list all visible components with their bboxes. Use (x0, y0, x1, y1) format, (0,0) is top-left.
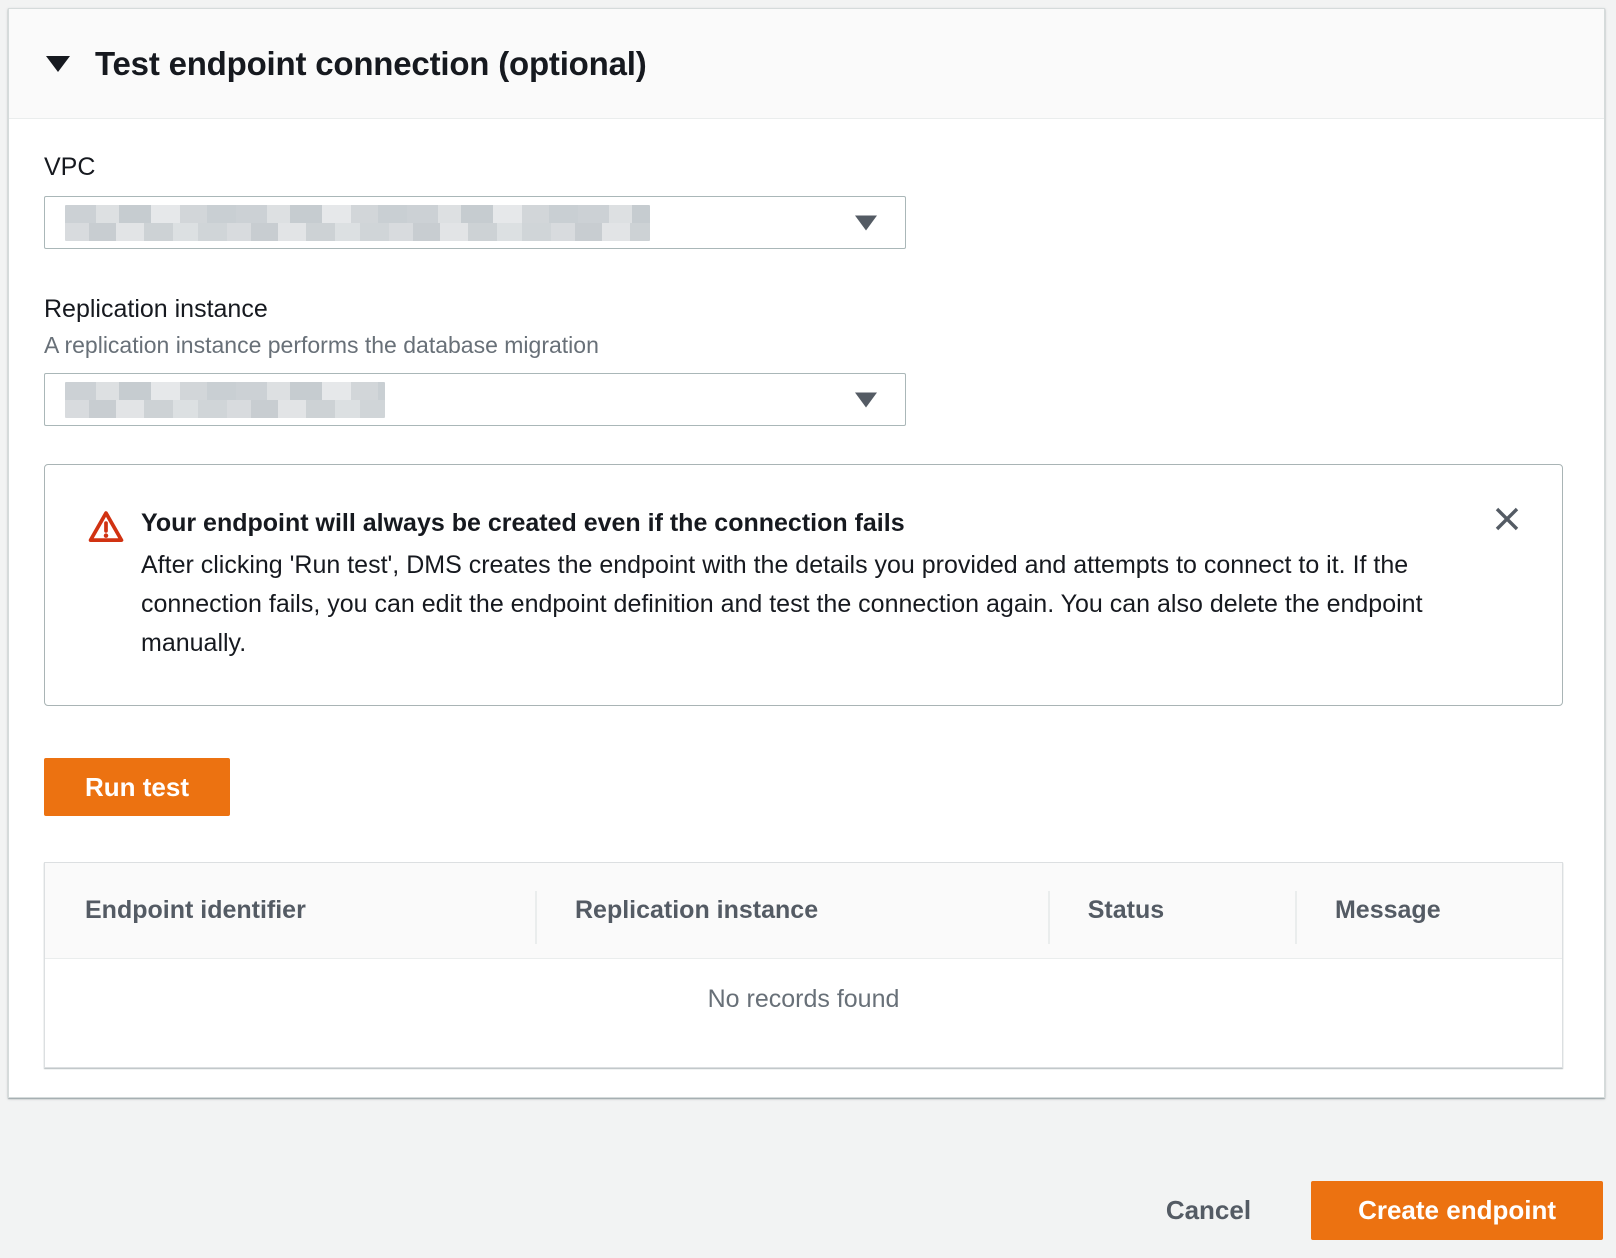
vpc-select[interactable] (44, 196, 906, 249)
connection-results-table: Endpoint identifier Replication instance… (44, 862, 1563, 1068)
create-endpoint-button[interactable]: Create endpoint (1311, 1181, 1603, 1240)
replication-instance-select[interactable] (44, 373, 906, 426)
column-header-endpoint-identifier: Endpoint identifier (45, 863, 535, 958)
column-header-message: Message (1295, 863, 1562, 958)
empty-table-message: No records found (708, 985, 900, 1014)
test-endpoint-connection-panel: Test endpoint connection (optional) VPC … (8, 8, 1605, 1098)
warning-content: Your endpoint will always be created eve… (141, 507, 1441, 663)
wizard-footer-actions: Cancel Create endpoint (0, 1181, 1603, 1240)
run-test-button[interactable]: Run test (44, 758, 230, 816)
cancel-button[interactable]: Cancel (1166, 1195, 1251, 1226)
chevron-down-icon (855, 392, 877, 407)
vpc-label: VPC (44, 153, 1569, 182)
replication-instance-field: Replication instance A replication insta… (44, 295, 1569, 426)
warning-triangle-icon (87, 510, 125, 549)
section-title: Test endpoint connection (optional) (95, 45, 647, 83)
warning-title: Your endpoint will always be created eve… (141, 507, 1441, 539)
replication-instance-selected-value-redacted (65, 382, 385, 418)
close-icon (1491, 523, 1523, 538)
table-header-row: Endpoint identifier Replication instance… (45, 863, 1562, 959)
warning-body: After clicking 'Run test', DMS creates t… (141, 546, 1441, 663)
vpc-selected-value-redacted (65, 205, 650, 241)
replication-instance-label: Replication instance (44, 295, 1569, 324)
chevron-down-icon (855, 215, 877, 230)
section-header-toggle[interactable]: Test endpoint connection (optional) (9, 9, 1604, 119)
warning-dismiss-button[interactable] (1490, 503, 1524, 537)
column-header-status: Status (1048, 863, 1295, 958)
collapse-triangle-icon (46, 56, 70, 72)
section-body: VPC Replication instance A replication i… (9, 119, 1604, 1068)
replication-instance-description: A replication instance performs the data… (44, 332, 1569, 359)
table-body: No records found (45, 959, 1562, 1067)
endpoint-warning-banner: Your endpoint will always be created eve… (44, 464, 1563, 706)
vpc-field: VPC (44, 153, 1569, 249)
column-header-replication-instance: Replication instance (535, 863, 1048, 958)
